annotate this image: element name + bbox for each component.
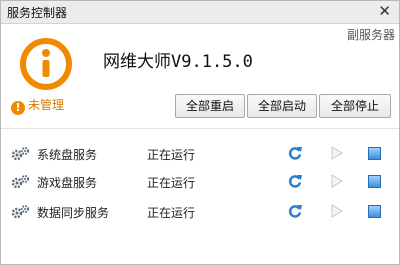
service-state: 正在运行 xyxy=(147,148,196,162)
restart-icon[interactable] xyxy=(287,203,303,222)
close-icon[interactable]: ✕ xyxy=(378,2,391,20)
service-name: 数据同步服务 xyxy=(37,206,110,220)
gears-icon xyxy=(11,174,31,193)
title-bar: 服务控制器 ✕ xyxy=(1,1,399,24)
restart-all-button[interactable]: 全部重启 xyxy=(175,94,245,118)
gears-icon xyxy=(11,146,31,165)
service-name: 游戏盘服务 xyxy=(37,176,98,190)
start-all-button[interactable]: 全部启动 xyxy=(247,94,317,118)
stop-all-button[interactable]: 全部停止 xyxy=(319,94,391,118)
gears-icon xyxy=(11,204,31,223)
stop-icon[interactable] xyxy=(368,205,381,218)
service-state: 正在运行 xyxy=(147,206,196,220)
service-row-system-disk: 系统盘服务 正在运行 xyxy=(1,140,399,168)
service-name: 系统盘服务 xyxy=(37,148,98,162)
status-text: 未管理 xyxy=(28,98,65,112)
restart-icon[interactable] xyxy=(287,145,303,164)
service-row-game-disk: 游戏盘服务 正在运行 xyxy=(1,168,399,196)
start-icon[interactable] xyxy=(331,204,343,221)
app-name: 网维大师V9.1.5.0 xyxy=(103,52,253,72)
restart-icon[interactable] xyxy=(287,173,303,192)
info-icon xyxy=(19,37,73,94)
divider xyxy=(1,128,399,129)
service-controller-window: 服务控制器 ✕ 副服务器 网维大师V9.1.5.0 ! 未管理 全部重启 全部启动… xyxy=(0,0,400,265)
warning-icon: ! xyxy=(11,101,25,115)
secondary-server-link[interactable]: 副服务器 xyxy=(347,26,395,43)
service-state: 正在运行 xyxy=(147,176,196,190)
stop-icon[interactable] xyxy=(368,175,381,188)
start-icon[interactable] xyxy=(331,174,343,191)
management-status: ! 未管理 xyxy=(11,96,64,115)
service-row-data-sync: 数据同步服务 正在运行 xyxy=(1,198,399,226)
window-title: 服务控制器 xyxy=(7,6,68,20)
stop-icon[interactable] xyxy=(368,147,381,160)
start-icon[interactable] xyxy=(331,146,343,163)
